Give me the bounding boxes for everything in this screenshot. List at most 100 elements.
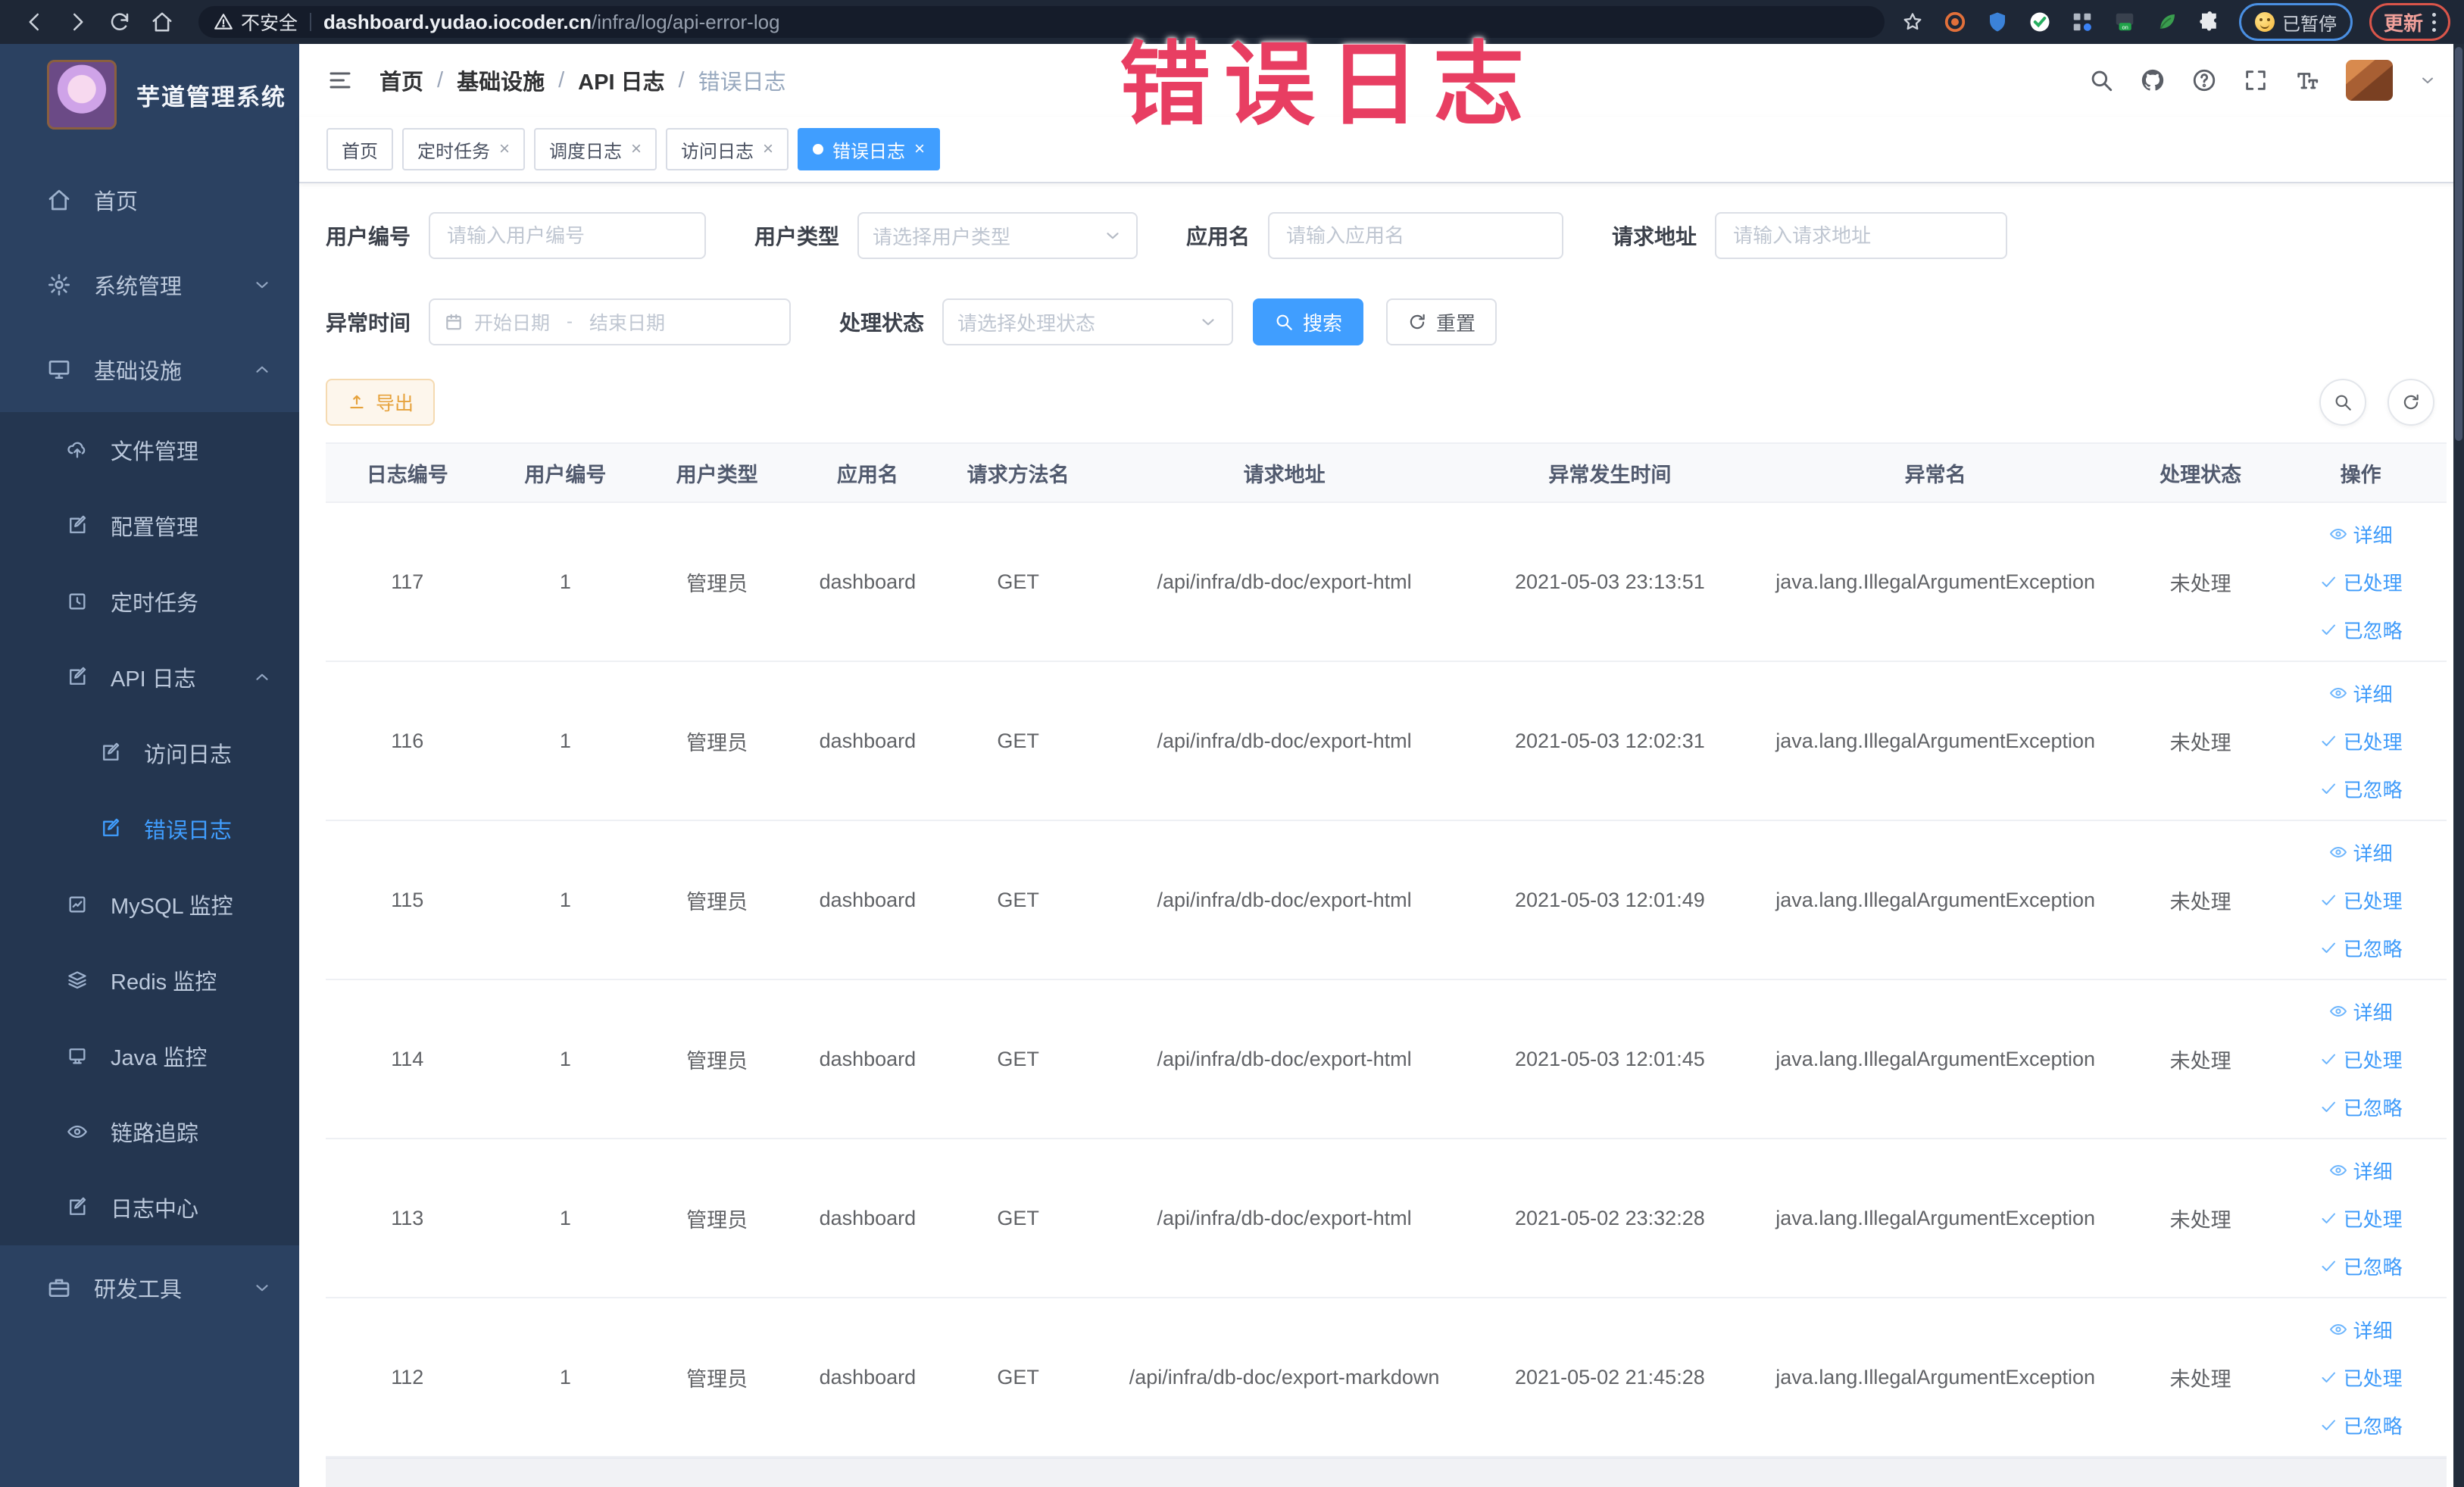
forward-button[interactable] <box>56 5 98 39</box>
help-icon[interactable] <box>2191 67 2217 93</box>
page-scrollbar[interactable] <box>2453 44 2464 1487</box>
action-已处理[interactable]: 已处理 <box>2319 1045 2403 1073</box>
action-已忽略[interactable]: 已忽略 <box>2319 1252 2403 1280</box>
sidebar-item-6-API-日志[interactable]: API 日志 <box>0 639 299 715</box>
action-已处理[interactable]: 已处理 <box>2319 568 2403 596</box>
green-leaf-extension-button[interactable] <box>2154 9 2180 35</box>
puzzle-extensions-button[interactable] <box>2197 9 2222 35</box>
orange-extension-button[interactable] <box>1942 9 1968 35</box>
tab-错误日志[interactable]: 错误日志 × <box>798 128 941 170</box>
action-详细[interactable]: 详细 <box>2329 679 2393 708</box>
action-已忽略[interactable]: 已忽略 <box>2319 1093 2403 1121</box>
cell-time: 2021-05-03 12:01:45 <box>1475 979 1745 1139</box>
profile-paused-chip[interactable]: 已暂停 <box>2238 3 2353 41</box>
app-name-input[interactable] <box>1268 212 1564 259</box>
tab-访问日志[interactable]: 访问日志 × <box>666 128 789 170</box>
user-id-input[interactable] <box>429 212 707 259</box>
sidebar-item-13-日志中心[interactable]: 日志中心 <box>0 1170 299 1245</box>
breadcrumb-item[interactable]: API 日志 <box>578 64 664 96</box>
site-security[interactable]: 不安全 <box>214 8 298 36</box>
font-size-icon[interactable] <box>2294 67 2320 93</box>
user-type-select[interactable]: 请选择用户类型 <box>857 212 1138 259</box>
user-avatar[interactable] <box>2346 60 2393 101</box>
export-button[interactable]: 导出 <box>326 379 436 426</box>
action-已忽略[interactable]: 已忽略 <box>2319 1411 2403 1439</box>
action-已处理[interactable]: 已处理 <box>2319 727 2403 755</box>
reset-button[interactable]: 重置 <box>1386 298 1497 345</box>
grid-extension-button[interactable] <box>2069 9 2095 35</box>
close-icon[interactable]: × <box>914 140 925 158</box>
search-icon[interactable] <box>2088 67 2114 93</box>
sidebar-item-3-文件管理[interactable]: 文件管理 <box>0 412 299 488</box>
bookmark-star-button[interactable] <box>1900 9 1925 35</box>
chrome-actions: on 已暂停 更新 <box>1900 3 2450 41</box>
cell-method: GET <box>942 1298 1094 1457</box>
action-已处理[interactable]: 已处理 <box>2319 886 2403 914</box>
green-check-extension-button[interactable] <box>2027 9 2053 35</box>
fullscreen-icon[interactable] <box>2243 67 2269 93</box>
breadcrumb-item[interactable]: 首页 <box>379 64 423 96</box>
sidebar-item-11-Java-监控[interactable]: Java 监控 <box>0 1018 299 1094</box>
exception-time-range-picker[interactable]: 开始日期 - 结束日期 <box>429 298 792 345</box>
close-icon[interactable]: × <box>499 140 510 158</box>
address-bar[interactable]: 不安全 dashboard.yudao.iocoder.cn/infra/log/… <box>198 6 1885 38</box>
url-path: /infra/log/api-error-log <box>591 10 780 33</box>
sidebar-item-0-首页[interactable]: 首页 <box>0 158 299 242</box>
action-详细[interactable]: 详细 <box>2329 520 2393 548</box>
sidebar-item-10-Redis-监控[interactable]: Redis 监控 <box>0 942 299 1018</box>
sidebar-item-5-定时任务[interactable]: 定时任务 <box>0 564 299 639</box>
action-详细[interactable]: 详细 <box>2329 998 2393 1026</box>
sidebar-item-9-MySQL-监控[interactable]: MySQL 监控 <box>0 867 299 942</box>
toggle-search-button[interactable] <box>2319 379 2366 426</box>
tab-定时任务[interactable]: 定时任务 × <box>402 128 526 170</box>
blue-shield-extension-button[interactable] <box>1985 9 2010 35</box>
action-label: 已处理 <box>2343 730 2403 754</box>
tab-调度日志[interactable]: 调度日志 × <box>534 128 657 170</box>
cell-user_id: 1 <box>489 1298 642 1457</box>
action-已忽略[interactable]: 已忽略 <box>2319 934 2403 962</box>
sidebar-item-14-研发工具[interactable]: 研发工具 <box>0 1245 299 1330</box>
cell-time: 2021-05-03 12:01:49 <box>1475 820 1745 980</box>
browser-update-button[interactable]: 更新 <box>2369 3 2450 41</box>
sidebar-item-2-基础设施[interactable]: 基础设施 <box>0 327 299 412</box>
sidebar-item-12-链路追踪[interactable]: 链路追踪 <box>0 1094 299 1170</box>
eye-icon <box>2329 1002 2347 1020</box>
vpn-on-extension-button[interactable]: on <box>2112 9 2138 35</box>
action-已忽略[interactable]: 已忽略 <box>2319 616 2403 644</box>
row-actions: 详细 已处理 已忽略 <box>2281 1157 2441 1280</box>
process-status-select[interactable]: 请选择处理状态 <box>942 298 1234 345</box>
sidebar-item-label: 链路追踪 <box>111 1122 199 1146</box>
search-icon <box>1274 312 1294 332</box>
back-button[interactable] <box>14 5 56 39</box>
github-icon[interactable] <box>2140 67 2166 93</box>
close-icon[interactable]: × <box>763 140 773 158</box>
reload-button[interactable] <box>98 5 141 39</box>
update-label: 更新 <box>2383 11 2423 35</box>
action-详细[interactable]: 详细 <box>2329 1316 2393 1344</box>
sidebar-item-1-系统管理[interactable]: 系统管理 <box>0 242 299 327</box>
refresh-table-button[interactable] <box>2387 379 2434 426</box>
security-label: 不安全 <box>241 13 298 34</box>
row-actions: 详细已处理已忽略 <box>2281 679 2441 803</box>
breadcrumb-item[interactable]: 基础设施 <box>457 64 545 96</box>
chevron-down-icon[interactable] <box>2419 71 2437 89</box>
edit-square-icon <box>67 667 88 688</box>
action-已处理[interactable]: 已处理 <box>2319 1204 2403 1232</box>
hamburger-icon[interactable] <box>326 67 354 94</box>
home-button[interactable] <box>141 5 183 39</box>
search-button[interactable]: 搜索 <box>1253 298 1364 345</box>
scrollbar-thumb[interactable] <box>2455 47 2462 441</box>
action-详细[interactable]: 详细 <box>2329 839 2393 867</box>
action-已处理[interactable]: 已处理 <box>2319 1364 2403 1392</box>
action-详细[interactable]: 详细 <box>2329 1157 2393 1185</box>
sidebar-item-4-配置管理[interactable]: 配置管理 <box>0 488 299 564</box>
cell-exception: java.lang.IllegalArgumentException <box>1744 1298 2127 1457</box>
sidebar-item-8-错误日志[interactable]: 错误日志 <box>0 791 299 867</box>
app-logo[interactable]: 芋道管理系统 <box>0 44 299 135</box>
tab-首页[interactable]: 首页 <box>326 128 393 170</box>
request-url-input[interactable] <box>1715 212 2008 259</box>
sidebar-item-7-访问日志[interactable]: 访问日志 <box>0 715 299 791</box>
action-已忽略[interactable]: 已忽略 <box>2319 775 2403 803</box>
close-icon[interactable]: × <box>631 140 642 158</box>
action-label: 详细 <box>2353 1319 2393 1342</box>
